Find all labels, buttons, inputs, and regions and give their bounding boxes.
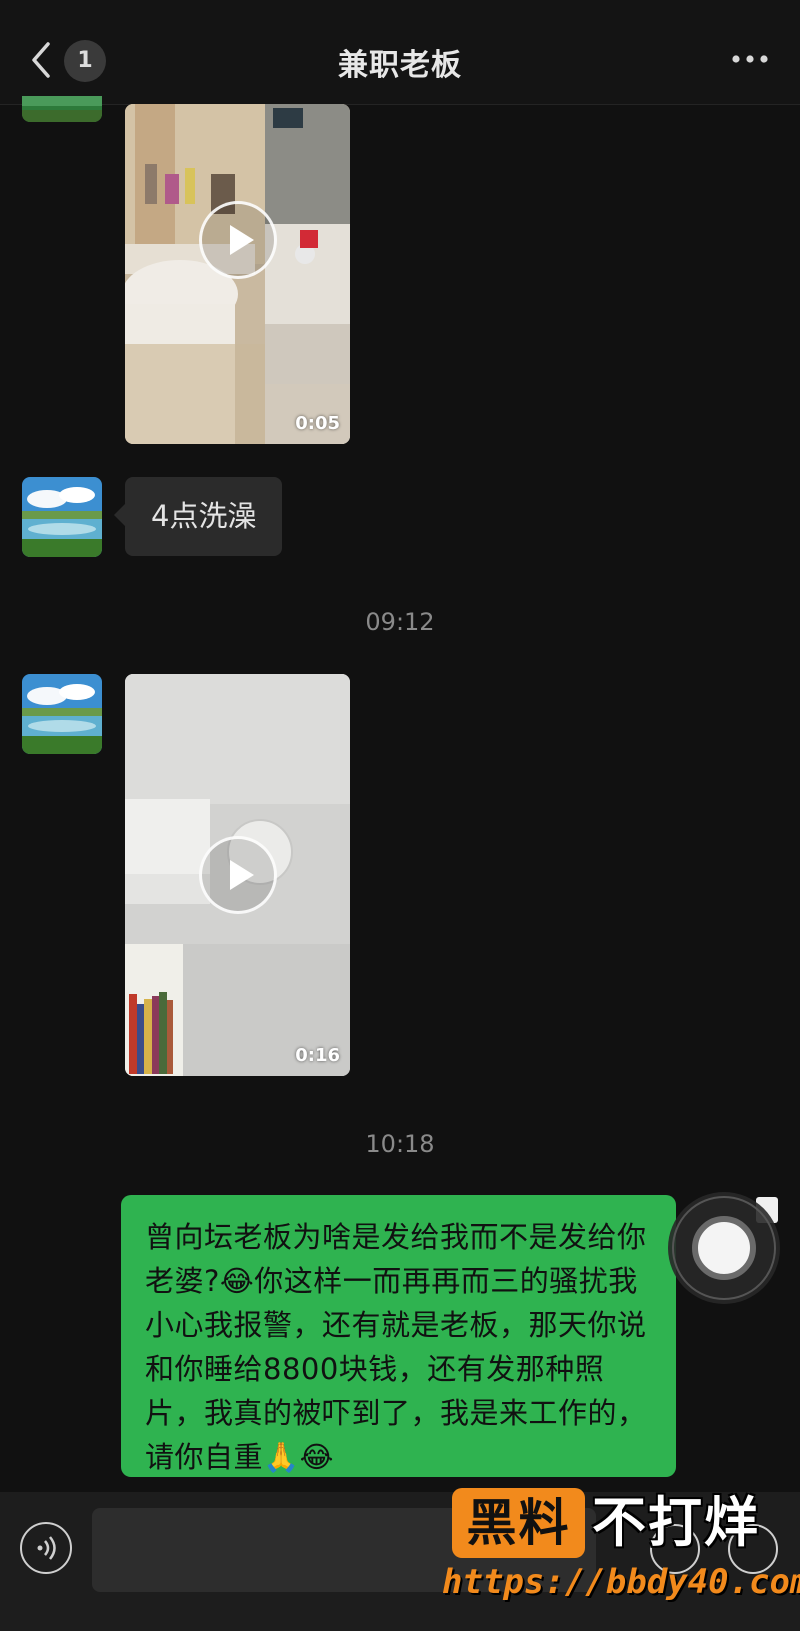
timestamp: 10:18 (365, 1130, 435, 1158)
watermark-badge: 黑料 (452, 1488, 585, 1558)
timestamp: 09:12 (365, 608, 435, 636)
voice-icon[interactable] (20, 1522, 72, 1574)
assistive-touch-button[interactable] (668, 1192, 780, 1304)
play-icon[interactable] (199, 836, 277, 914)
more-icon[interactable] (730, 52, 770, 66)
outgoing-message-text: 曾向坛老板为啥是发给我而不是发给你老婆?😂你这样一而再再而三的骚扰我小心我报警，… (145, 1220, 647, 1474)
chat-header: 1 兼职老板 (0, 0, 800, 105)
video-duration: 0:05 (295, 413, 340, 434)
contact-avatar[interactable] (22, 477, 102, 557)
assistive-touch-inner (692, 1216, 756, 1280)
watermark-text: 不打烊 (592, 1491, 760, 1554)
contact-avatar[interactable] (22, 96, 102, 122)
incoming-text-bubble[interactable]: 4点洗澡 (113, 477, 283, 556)
outgoing-text-bubble[interactable]: 曾向坛老板为啥是发给我而不是发给你老婆?😂你这样一而再再而三的骚扰我小心我报警，… (121, 1195, 676, 1477)
contact-avatar[interactable] (22, 674, 102, 754)
video-message[interactable]: 0:05 (125, 104, 350, 444)
chat-title: 兼职老板 (338, 48, 462, 83)
play-icon[interactable] (199, 201, 277, 279)
video-message[interactable]: 0:16 (125, 674, 350, 1076)
video-duration: 0:16 (295, 1045, 340, 1066)
watermark-url: https://bbdy40.com (442, 1562, 800, 1602)
